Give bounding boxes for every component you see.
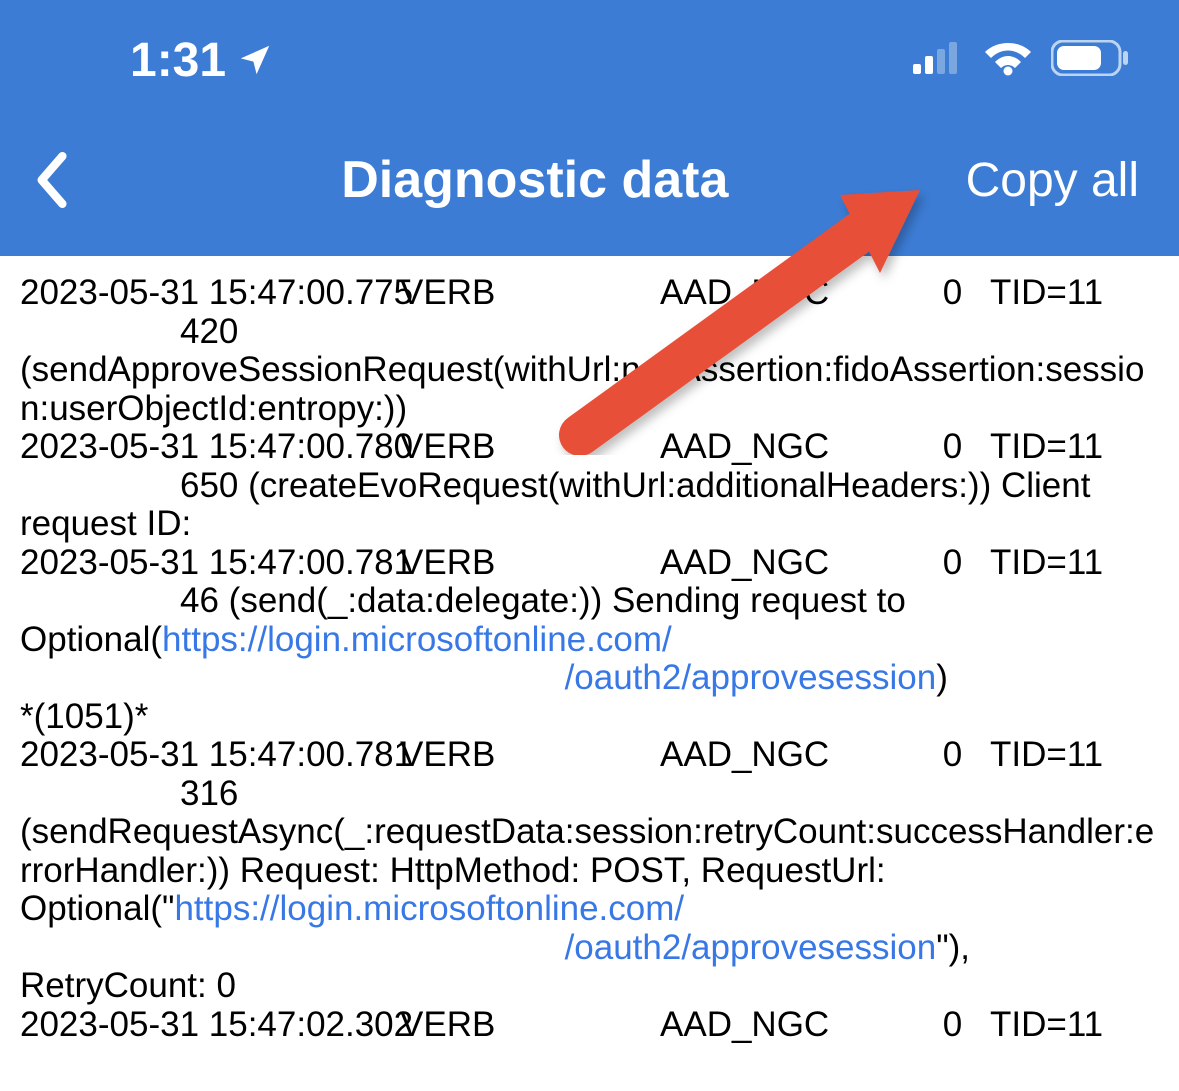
log-message: 316 (sendRequestAsync(_:requestData:sess… xyxy=(20,775,1159,1006)
log-zero: 0 xyxy=(915,1006,990,1045)
log-category: AAD_NGC xyxy=(660,274,915,313)
log-gap xyxy=(20,928,565,967)
log-category: AAD_NGC xyxy=(660,736,915,775)
log-gap xyxy=(20,658,565,697)
log-tid: TID=11 xyxy=(990,544,1103,583)
log-header-row: 2023-05-31 15:47:00.781 VERB AAD_NGC 0 T… xyxy=(20,736,1159,775)
log-url[interactable]: https://login.microsoftonline.com/ xyxy=(162,620,672,659)
log-level: VERB xyxy=(400,1006,660,1045)
status-time-group: 1:31 xyxy=(130,33,284,88)
log-message: 46 (send(_:data:delegate:)) Sending requ… xyxy=(20,582,1159,736)
log-message: 420 (sendApproveSessionRequest(withUrl:n… xyxy=(20,313,1159,429)
chevron-left-icon xyxy=(34,152,68,208)
status-bar: 1:31 xyxy=(0,0,1179,120)
log-header-row: 2023-05-31 15:47:00.775 VERB AAD_NGC 0 T… xyxy=(20,274,1159,313)
log-level: VERB xyxy=(400,428,660,467)
log-time: 2023-05-31 15:47:00.775 xyxy=(20,274,400,313)
status-time: 1:31 xyxy=(130,33,226,88)
log-time: 2023-05-31 15:47:00.780 xyxy=(20,428,400,467)
log-level: VERB xyxy=(400,274,660,313)
log-text: ) xyxy=(936,658,948,697)
location-arrow-icon xyxy=(236,41,274,79)
log-entry: 2023-05-31 15:47:00.781 VERB AAD_NGC 0 T… xyxy=(20,736,1159,1006)
log-category: AAD_NGC xyxy=(660,1006,915,1045)
log-zero: 0 xyxy=(915,274,990,313)
log-zero: 0 xyxy=(915,736,990,775)
log-header-row: 2023-05-31 15:47:00.780 VERB AAD_NGC 0 T… xyxy=(20,428,1159,467)
log-text: (sendRequestAsync(_:requestData:session:… xyxy=(20,813,1159,1006)
log-tid: TID=11 xyxy=(990,736,1103,775)
log-category: AAD_NGC xyxy=(660,428,915,467)
log-tid: TID=11 xyxy=(990,274,1103,313)
log-time: 2023-05-31 15:47:00.781 xyxy=(20,736,400,775)
log-url[interactable]: /oauth2/approvesession xyxy=(565,928,937,967)
log-url[interactable]: /oauth2/approvesession xyxy=(565,658,937,697)
log-text: (sendApproveSessionRequest(withUrl:ngcAs… xyxy=(20,351,1159,428)
copy-all-button[interactable]: Copy all xyxy=(966,153,1139,208)
log-line-no: 420 xyxy=(180,312,238,351)
nav-bar: Diagnostic data Copy all xyxy=(0,120,1179,256)
log-line-no: 46 xyxy=(180,581,219,620)
log-level: VERB xyxy=(400,544,660,583)
log-entry: 2023-05-31 15:47:00.775 VERB AAD_NGC 0 T… xyxy=(20,274,1159,428)
log-extra: *(1051)* xyxy=(20,698,1159,737)
log-header-row: 2023-05-31 15:47:00.781 VERB AAD_NGC 0 T… xyxy=(20,544,1159,583)
log-url[interactable]: https://login.microsoftonline.com/ xyxy=(174,889,684,928)
log-line-no: 650 xyxy=(180,466,238,505)
status-right-group xyxy=(913,40,1129,81)
log-entry: 2023-05-31 15:47:02.302 VERB AAD_NGC 0 T… xyxy=(20,1006,1159,1045)
log-entry: 2023-05-31 15:47:00.781 VERB AAD_NGC 0 T… xyxy=(20,544,1159,737)
log-message: 650 (createEvoRequest(withUrl:additional… xyxy=(20,467,1159,544)
wifi-icon xyxy=(983,40,1033,81)
log-line-no: 316 xyxy=(180,774,238,813)
log-tid: TID=11 xyxy=(990,1006,1103,1045)
signal-icon xyxy=(913,42,965,79)
log-category: AAD_NGC xyxy=(660,544,915,583)
log-tid: TID=11 xyxy=(990,428,1103,467)
log-level: VERB xyxy=(400,736,660,775)
page-title: Diagnostic data xyxy=(104,150,966,210)
log-zero: 0 xyxy=(915,428,990,467)
log-time: 2023-05-31 15:47:02.302 xyxy=(20,1006,400,1045)
back-button[interactable] xyxy=(34,152,104,208)
log-entry: 2023-05-31 15:47:00.780 VERB AAD_NGC 0 T… xyxy=(20,428,1159,544)
log-time: 2023-05-31 15:47:00.781 xyxy=(20,544,400,583)
log-container[interactable]: 2023-05-31 15:47:00.775 VERB AAD_NGC 0 T… xyxy=(0,256,1179,1044)
log-header-row: 2023-05-31 15:47:02.302 VERB AAD_NGC 0 T… xyxy=(20,1006,1159,1045)
battery-icon xyxy=(1051,40,1129,81)
log-zero: 0 xyxy=(915,544,990,583)
